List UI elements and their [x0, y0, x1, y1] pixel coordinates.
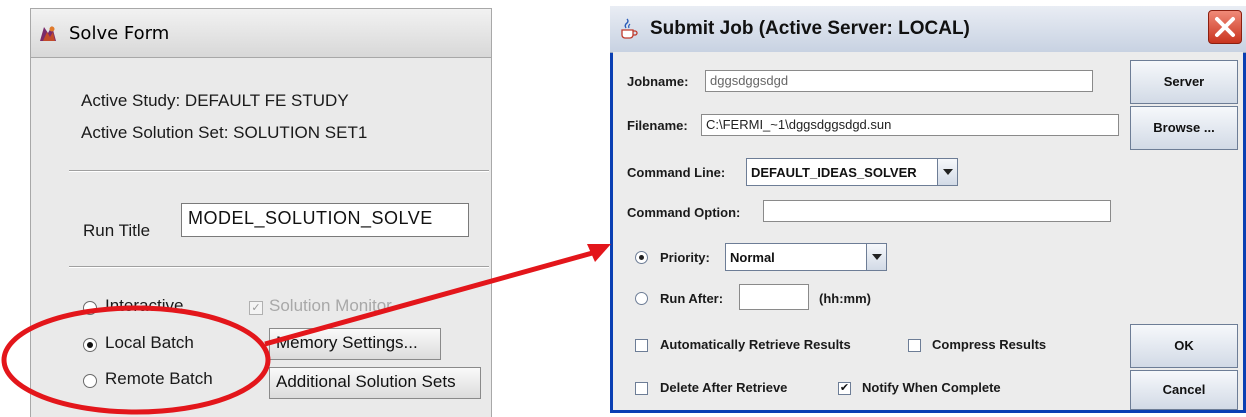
annotation-arrowhead	[587, 244, 611, 262]
delete-after-retrieve-label: Delete After Retrieve	[660, 380, 788, 395]
run-title-label: Run Title	[83, 221, 151, 240]
run-title-input[interactable]: MODEL_SOLUTION_SOLVE	[181, 203, 469, 237]
solve-form-body: Active Study: DEFAULT FE STUDY Active So…	[30, 58, 492, 417]
filename-label: Filename:	[627, 118, 688, 133]
active-study-text: Active Study: DEFAULT FE STUDY	[81, 91, 349, 110]
command-option-input[interactable]	[763, 200, 1111, 222]
command-line-label: Command Line:	[627, 165, 726, 180]
notify-when-complete-checkbox[interactable]: ✔	[838, 382, 851, 395]
browse-button[interactable]: Browse ...	[1130, 106, 1238, 150]
chevron-down-icon[interactable]	[937, 159, 957, 185]
remote-batch-radio[interactable]	[83, 374, 97, 388]
notify-when-complete-label: Notify When Complete	[862, 380, 1001, 395]
close-button[interactable]	[1208, 10, 1242, 44]
submit-job-titlebar[interactable]: Submit Job (Active Server: LOCAL)	[610, 6, 1246, 53]
filename-input[interactable]: C:\FERMI_~1\dggsdggsdgd.sun	[701, 114, 1119, 136]
compress-results-label: Compress Results	[932, 337, 1047, 352]
memory-settings-button[interactable]: Memory Settings...	[269, 328, 441, 360]
command-line-select[interactable]: DEFAULT_IDEAS_SOLVER	[746, 158, 958, 186]
server-button[interactable]: Server	[1130, 60, 1238, 104]
cancel-button[interactable]: Cancel	[1130, 370, 1238, 410]
submit-job-title: Submit Job (Active Server: LOCAL)	[650, 18, 970, 39]
remote-batch-label: Remote Batch	[105, 369, 213, 388]
local-batch-radio[interactable]	[83, 338, 97, 352]
run-after-hint: (hh:mm)	[819, 291, 871, 306]
priority-select[interactable]: Normal	[725, 243, 887, 271]
submit-job-body: Jobname: dggsdggsdgd Filename: C:\FERMI_…	[613, 52, 1243, 410]
solution-monitor-checkbox[interactable]: ✓	[249, 301, 263, 315]
priority-label: Priority:	[660, 250, 710, 265]
interactive-label: Interactive	[105, 296, 184, 315]
run-after-input[interactable]	[739, 284, 809, 310]
run-after-radio[interactable]	[635, 292, 648, 305]
submit-job-dialog: Submit Job (Active Server: LOCAL) Jobnam…	[610, 6, 1246, 413]
local-batch-label: Local Batch	[105, 333, 194, 352]
close-icon	[1215, 17, 1235, 37]
command-line-value: DEFAULT_IDEAS_SOLVER	[751, 165, 917, 180]
delete-after-retrieve-checkbox[interactable]	[635, 382, 648, 395]
interactive-radio[interactable]	[83, 301, 97, 315]
jobname-input[interactable]: dggsdggsdgd	[705, 70, 1093, 92]
priority-radio[interactable]	[635, 251, 648, 264]
jobname-label: Jobname:	[627, 74, 689, 89]
compress-results-checkbox[interactable]	[908, 339, 921, 352]
solution-monitor-label: Solution Monitor	[269, 296, 392, 315]
separator	[69, 266, 489, 268]
additional-solution-sets-button[interactable]: Additional Solution Sets	[269, 367, 481, 399]
ok-button[interactable]: OK	[1130, 324, 1238, 368]
solve-form-title: Solve Form	[69, 23, 170, 44]
java-cup-icon	[621, 18, 638, 39]
solve-form-window: Solve Form Active Study: DEFAULT FE STUD…	[30, 8, 492, 417]
command-option-label: Command Option:	[627, 205, 741, 220]
chevron-down-icon[interactable]	[866, 244, 886, 270]
solve-form-app-icon	[40, 26, 56, 41]
active-solution-set-text: Active Solution Set: SOLUTION SET1	[81, 123, 368, 142]
solve-form-titlebar[interactable]: Solve Form	[30, 8, 492, 58]
separator	[69, 170, 489, 172]
run-after-label: Run After:	[660, 291, 724, 306]
auto-retrieve-label: Automatically Retrieve Results	[660, 337, 851, 352]
priority-value: Normal	[730, 250, 775, 265]
auto-retrieve-checkbox[interactable]	[635, 339, 648, 352]
